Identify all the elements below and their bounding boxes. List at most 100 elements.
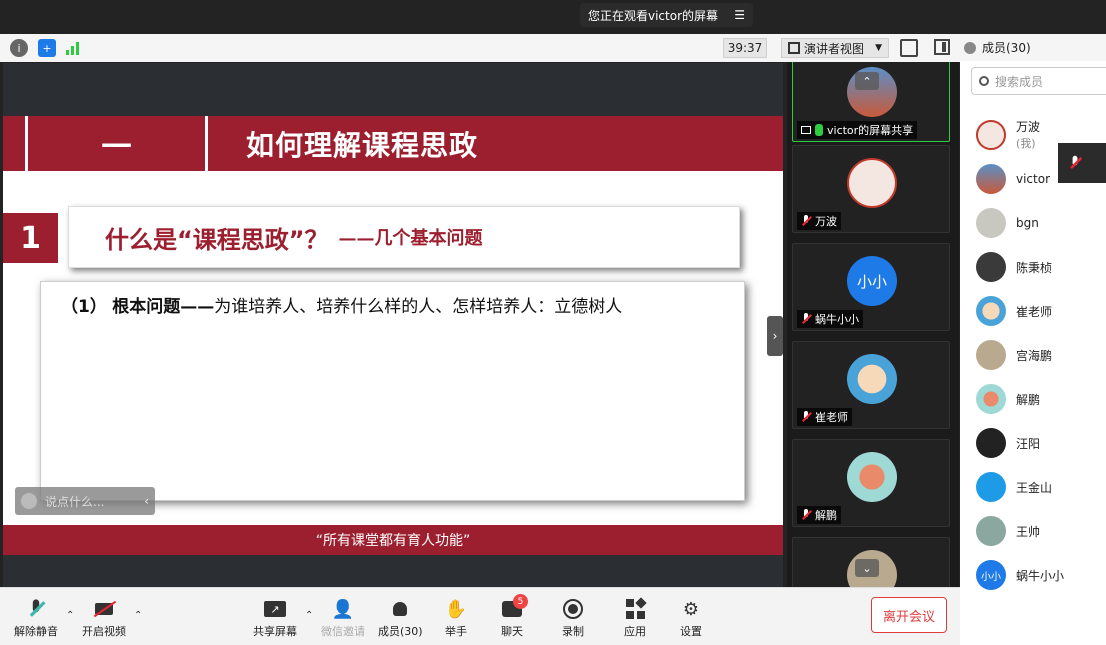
audio-options-chevron-icon[interactable]: ⌃ [66, 610, 74, 621]
video-tile-name: 万波 [815, 215, 837, 228]
mic-muted-icon [801, 509, 811, 521]
raise-hand-button[interactable]: ✋ 举手 [444, 598, 468, 639]
fullscreen-icon[interactable] [900, 39, 918, 57]
avatar [976, 296, 1006, 326]
members-panel: 成员(30) 搜索成员 万波 (我) victor bgn 陈秉桢 崔老师 宫海… [960, 34, 1106, 645]
member-name: 宫海鹏 [1016, 348, 1053, 363]
member-item[interactable]: 崔老师 [976, 296, 1052, 326]
video-tile-label: 解鹏 [797, 506, 841, 524]
meeting-bottom-toolbar: 解除静音 ⌃ 开启视频 ⌃ ↗ 共享屏幕 ⌃ 👤 微信邀请 成员(30) ✋ 举… [0, 587, 960, 645]
mic-muted-icon [1069, 155, 1081, 170]
view-mode-dropdown[interactable]: 演讲者视图 ▼ [781, 38, 889, 58]
share-options-chevron-icon[interactable]: ⌃ [305, 610, 313, 621]
members-header: 成员(30) [960, 34, 1106, 61]
add-person-icon: 👤 [331, 598, 355, 620]
member-item[interactable]: 汪阳 [976, 428, 1040, 458]
member-item[interactable]: victor [976, 164, 1050, 194]
meeting-timer: 39:37 [723, 38, 767, 58]
mic-muted-icon [801, 313, 811, 325]
avatar [847, 354, 897, 404]
members-button[interactable]: 成员(30) [378, 598, 423, 639]
avatar [976, 516, 1006, 546]
video-options-chevron-icon[interactable]: ⌃ [134, 610, 142, 621]
member-name: victor [1016, 172, 1051, 186]
member-mute-popup[interactable] [1058, 143, 1106, 183]
wechat-invite-button[interactable]: 👤 微信邀请 [321, 598, 365, 639]
share-screen-icon: ↗ [263, 598, 287, 620]
record-icon [561, 598, 585, 620]
section-title: 什么是“课程思政”？ [105, 225, 329, 254]
member-item[interactable]: 小小 蜗牛小小 [976, 560, 1064, 590]
mic-muted-icon [801, 411, 811, 423]
chevron-left-icon[interactable]: ‹ [144, 494, 149, 508]
apps-button[interactable]: 应用 [623, 597, 647, 639]
quick-chat-placeholder: 说点什么... [45, 494, 105, 509]
record-button[interactable]: 录制 [561, 598, 585, 639]
member-search-input[interactable]: 搜索成员 [971, 67, 1106, 95]
member-item[interactable]: 王帅 [976, 516, 1040, 546]
chat-label: 聊天 [501, 625, 523, 638]
avatar [976, 384, 1006, 414]
member-self-tag: (我) [1016, 137, 1036, 150]
video-tile[interactable]: 小小 蜗牛小小 [792, 243, 950, 331]
settings-button[interactable]: ⚙ 设置 [679, 598, 703, 639]
avatar [976, 119, 1006, 150]
banner-menu-icon[interactable]: ☰ [734, 8, 745, 22]
section-number: 1 [3, 213, 58, 263]
slide-top-band [3, 63, 783, 116]
start-video-button[interactable]: 开启视频 [82, 598, 126, 639]
leave-meeting-button[interactable]: 离开会议 [871, 597, 947, 633]
unmute-button[interactable]: 解除静音 [14, 598, 58, 639]
video-tile-label: 蜗牛小小 [797, 310, 863, 328]
member-item[interactable]: 宫海鹏 [976, 340, 1052, 370]
video-tile-name: victor的屏幕共享 [827, 124, 914, 137]
content-bold: 根本问题—— [112, 297, 215, 317]
screen-share-banner[interactable]: 您正在观看victor的屏幕 ☰ [580, 3, 753, 27]
content-prefix: （1） [61, 297, 107, 317]
wechat-invite-label: 微信邀请 [321, 625, 365, 638]
member-item[interactable]: bgn [976, 208, 1039, 238]
member-item[interactable]: 王金山 [976, 472, 1052, 502]
scroll-down-icon[interactable]: ⌄ [855, 559, 879, 577]
video-tile-label: 万波 [797, 212, 841, 230]
share-screen-button[interactable]: ↗ 共享屏幕 [253, 598, 297, 639]
view-mode-label: 演讲者视图 [804, 41, 865, 56]
chat-button[interactable]: 5 聊天 [500, 594, 528, 639]
security-shield-icon[interactable]: + [38, 39, 56, 57]
sidebar-toggle-icon[interactable] [934, 39, 950, 55]
start-video-label: 开启视频 [82, 625, 126, 638]
avatar [976, 164, 1006, 194]
mic-muted-icon [801, 215, 811, 227]
members-label: 成员(30) [378, 625, 423, 638]
chevron-down-icon: ▼ [875, 43, 882, 53]
emoji-icon[interactable] [21, 493, 37, 509]
video-tile[interactable]: 万波 [792, 145, 950, 233]
video-tile[interactable]: 崔老师 [792, 341, 950, 429]
meeting-top-toolbar: i + 39:37 演讲者视图 ▼ [0, 34, 960, 62]
avatar [847, 452, 897, 502]
video-strip: victor的屏幕共享 ⌃ 万波 小小 蜗牛小小 崔老师 解鹏 ⌄ [787, 62, 959, 587]
search-icon [979, 76, 989, 86]
chat-icon: 5 [500, 594, 528, 620]
member-item[interactable]: 陈秉桢 [976, 252, 1052, 282]
signal-strength-icon[interactable] [66, 41, 79, 55]
video-strip-collapse-handle[interactable]: › [767, 316, 783, 356]
avatar [976, 472, 1006, 502]
slide-chapter-number: 一 [25, 116, 208, 171]
video-tile-label: victor的屏幕共享 [797, 121, 918, 139]
scroll-up-icon[interactable]: ⌃ [855, 72, 879, 90]
members-title: 成员(30) [982, 41, 1031, 55]
hand-icon: ✋ [444, 598, 468, 620]
video-off-icon [92, 598, 117, 620]
member-item[interactable]: 解鹏 [976, 384, 1040, 414]
member-name: 崔老师 [1016, 304, 1053, 319]
video-tile-label: 崔老师 [797, 408, 852, 426]
avatar [976, 340, 1006, 370]
info-icon[interactable]: i [10, 39, 28, 57]
member-item[interactable]: 万波 (我) [976, 118, 1040, 151]
member-name: 王帅 [1016, 524, 1041, 539]
quick-chat-input[interactable]: 说点什么... ‹ [15, 487, 155, 515]
member-name: 陈秉桢 [1016, 260, 1053, 275]
video-tile[interactable]: 解鹏 [792, 439, 950, 527]
member-name: 王金山 [1016, 480, 1053, 495]
